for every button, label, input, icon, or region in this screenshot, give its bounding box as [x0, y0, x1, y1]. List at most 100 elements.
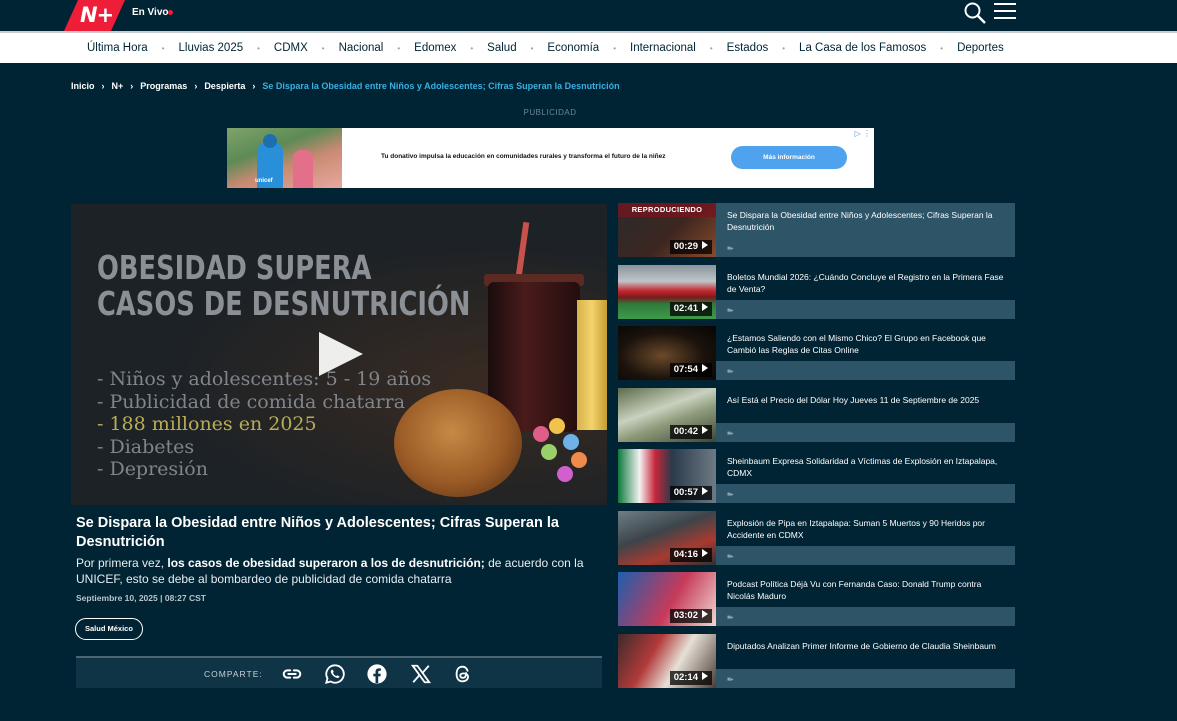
- search-icon[interactable]: [963, 1, 987, 25]
- video-indicator-icon: ■▸: [727, 615, 734, 621]
- threads-icon[interactable]: [452, 663, 474, 685]
- nav-separator: •: [161, 43, 165, 53]
- share-bar: COMPARTE:: [76, 656, 602, 688]
- playlist-item-title[interactable]: ¿Estamos Saliendo con el Mismo Chico? El…: [727, 332, 1009, 356]
- playlist-item-title[interactable]: Diputados Analizan Primer Informe de Gob…: [727, 640, 1009, 652]
- nav-link[interactable]: Nacional: [339, 42, 384, 54]
- nav-item[interactable]: Deportes: [957, 42, 1004, 54]
- ad-banner[interactable]: unicef Tu donativo impulsa la educación …: [227, 128, 874, 188]
- video-thumbnail[interactable]: 07:54: [618, 326, 716, 380]
- video-player[interactable]: OBESIDAD SUPERA CASOS DE DESNUTRICIÓN - …: [71, 204, 607, 505]
- playlist-item[interactable]: 02:41 Boletos Mundial 2026: ¿Cuándo Concl…: [618, 264, 1015, 319]
- nav-link[interactable]: Deportes: [957, 42, 1004, 54]
- nav-separator: •: [397, 43, 401, 53]
- play-icon[interactable]: [319, 332, 363, 376]
- video-duration: 03:02: [669, 609, 712, 623]
- nav-link[interactable]: Estados: [727, 42, 769, 54]
- video-thumbnail[interactable]: 04:16: [618, 510, 716, 565]
- nav-separator: •: [613, 43, 616, 53]
- playlist-item[interactable]: 03:02 Podcast Política Déjà Vu con Fernan…: [618, 572, 1015, 626]
- nav-item[interactable]: Nacional: [339, 42, 384, 54]
- video-indicator-icon: ■▸: [727, 246, 734, 252]
- nav-link[interactable]: Economía: [547, 42, 599, 54]
- nav-link[interactable]: Salud: [487, 42, 516, 54]
- advertising-label: PUBLICIDAD: [523, 108, 577, 117]
- video-thumbnail[interactable]: 00:57: [618, 449, 716, 503]
- n-plus-logo[interactable]: N+: [64, 0, 125, 31]
- video-bullet-list: - Niños y adolescentes: 5 - 19 años - Pu…: [97, 368, 432, 480]
- ad-image: unicef: [227, 128, 342, 188]
- video-thumbnail[interactable]: 03:02: [618, 572, 716, 626]
- ad-text: Tu donativo impulsa la educación en comu…: [381, 153, 666, 160]
- video-thumbnail[interactable]: 02:41: [618, 264, 716, 319]
- playlist-item[interactable]: 02:14 Diputados Analizan Primer Informe d…: [618, 633, 1015, 688]
- playlist-item[interactable]: 07:54 ¿Estamos Saliendo con el Mismo Chic…: [618, 326, 1015, 380]
- playlist-item[interactable]: 00:57 Sheinbaum Expresa Solidaridad a Víc…: [618, 449, 1015, 503]
- video-duration: 00:42: [669, 424, 712, 439]
- video-indicator-icon: ■▸: [727, 307, 734, 314]
- breadcrumb: Inicio › N+ › Programas › Despierta › Se Dispara…: [71, 81, 620, 91]
- playlist-item-title[interactable]: Sheinbaum Expresa Solidaridad a Víctimas…: [727, 455, 1009, 479]
- breadcrumb-link[interactable]: Inicio: [71, 81, 95, 91]
- playlist-item-title[interactable]: Boletos Mundial 2026: ¿Cuándo Concluye e…: [727, 271, 1009, 295]
- nav-item[interactable]: CDMX: [274, 42, 308, 54]
- top-bar: N+ En Vivo: [0, 0, 1177, 31]
- nav-item[interactable]: La Casa de los Famosos: [799, 42, 926, 54]
- playlist-item[interactable]: REPRODUCIENDO 00:29 Se Dispara la Obesidad…: [618, 203, 1015, 257]
- video-indicator-icon: ■▸: [727, 430, 734, 437]
- video-headline: OBESIDAD SUPERA CASOS DE DESNUTRICIÓN: [97, 248, 471, 323]
- breadcrumb-link[interactable]: Programas: [140, 81, 187, 91]
- adchoices-icon[interactable]: ▷ ⋮: [855, 129, 871, 138]
- tag-salud-mexico[interactable]: Salud México: [75, 618, 143, 640]
- nav-item[interactable]: Estados: [727, 42, 769, 54]
- nav-link[interactable]: Lluvias 2025: [179, 42, 244, 54]
- share-label: COMPARTE:: [204, 669, 263, 679]
- nav-item[interactable]: Edomex: [414, 42, 456, 54]
- playlist-item-title[interactable]: Así Está el Precio del Dólar Hoy Jueves …: [727, 394, 1009, 406]
- video-duration: 04:16: [669, 547, 712, 562]
- nav-item[interactable]: Internacional: [630, 42, 696, 54]
- playlist-item-title[interactable]: Se Dispara la Obesidad entre Niños y Ado…: [727, 209, 1009, 233]
- nav-item[interactable]: Lluvias 2025: [179, 42, 244, 54]
- playlist-item[interactable]: 00:42 Así Está el Precio del Dólar Hoy Ju…: [618, 387, 1015, 442]
- video-thumbnail[interactable]: 00:42: [618, 387, 716, 442]
- breadcrumb-current: Se Dispara la Obesidad entre Niños y Ado…: [262, 81, 620, 91]
- article-date: Septiembre 10, 2025 | 08:27 CST: [76, 593, 206, 603]
- breadcrumb-link[interactable]: N+: [112, 81, 124, 91]
- breadcrumb-link[interactable]: Despierta: [204, 81, 245, 91]
- video-thumbnail[interactable]: REPRODUCIENDO 00:29: [618, 203, 716, 257]
- hamburger-menu-icon[interactable]: [994, 3, 1016, 21]
- article-title: Se Dispara la Obesidad entre Niños y Ado…: [76, 515, 559, 550]
- nav-separator: •: [940, 43, 944, 53]
- whatsapp-icon[interactable]: [324, 663, 346, 685]
- nav-separator: •: [782, 43, 786, 53]
- x-twitter-icon[interactable]: [410, 663, 432, 685]
- video-thumbnail[interactable]: 02:14: [618, 633, 716, 688]
- playlist-item[interactable]: 04:16 Explosión de Pipa en Iztapalapa: Su…: [618, 510, 1015, 565]
- nav-link[interactable]: Internacional: [630, 42, 696, 54]
- playlist-item-title[interactable]: Explosión de Pipa en Iztapalapa: Suman 5…: [727, 517, 1009, 541]
- nav-link[interactable]: CDMX: [274, 42, 308, 54]
- section-nav: Última Hora • Lluvias 2025 • CDMX • Nacional • E…: [0, 31, 1177, 63]
- chevron-right-icon: ›: [194, 81, 198, 91]
- nav-separator: •: [321, 43, 325, 53]
- nav-item[interactable]: Última Hora: [87, 42, 148, 54]
- nav-separator: •: [257, 43, 260, 53]
- video-duration: 00:29: [669, 240, 712, 254]
- nav-item[interactable]: Economía: [547, 42, 599, 54]
- chevron-right-icon: ›: [101, 81, 105, 91]
- ad-more-info-button[interactable]: Más información: [731, 146, 847, 169]
- nav-separator: •: [530, 43, 534, 53]
- playlist-item-title[interactable]: Podcast Política Déjà Vu con Fernanda Ca…: [727, 578, 1009, 602]
- live-link[interactable]: En Vivo: [132, 7, 169, 18]
- nav-link[interactable]: La Casa de los Famosos: [799, 42, 926, 54]
- facebook-icon[interactable]: [366, 663, 388, 685]
- logo-text: N+: [80, 3, 114, 27]
- nav-item[interactable]: Salud: [487, 42, 516, 54]
- video-duration: 07:54: [669, 363, 712, 377]
- nav-link[interactable]: Última Hora: [87, 42, 148, 54]
- nav-separator: •: [470, 43, 474, 53]
- nav-link[interactable]: Edomex: [414, 42, 456, 54]
- copy-link-icon[interactable]: [281, 663, 303, 685]
- video-duration: 02:41: [669, 301, 712, 316]
